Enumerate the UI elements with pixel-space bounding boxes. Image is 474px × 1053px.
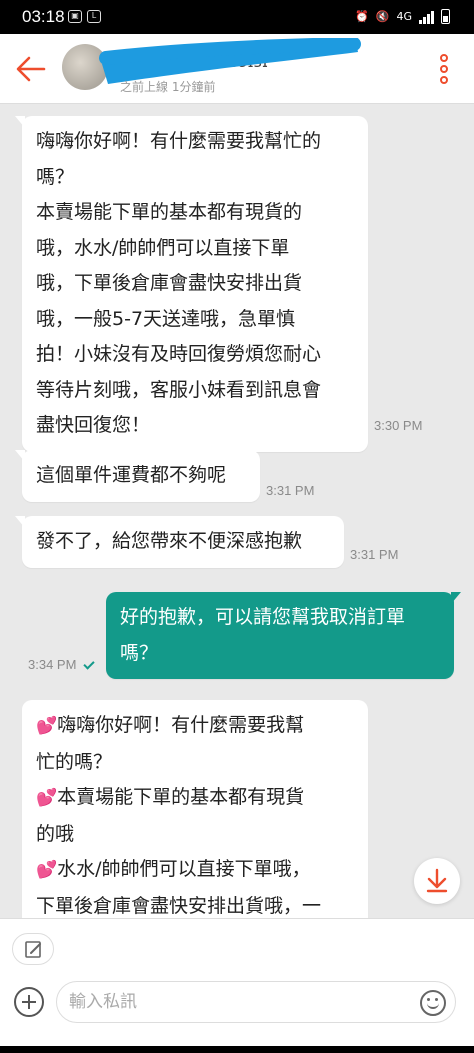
status-time: 03:18 [22, 7, 65, 26]
message-text: 發不了，給您帶來不便深感抱歉 [36, 530, 303, 552]
edit-icon [25, 941, 41, 958]
composer-bar [0, 918, 474, 1053]
message-time: 3:30 PM [374, 418, 423, 433]
message-text: 嗨嗨你好啊！有什麼需要我幫忙的 嗎？ 本賣場能下單的基本都有現貨的 哦，水水/帥… [36, 130, 322, 436]
status-bar: 03:18 ▣ L ⏰ 🔇 4G [0, 0, 474, 34]
message-time: 3:31 PM [266, 483, 315, 498]
network-icon: 4G [396, 10, 412, 23]
message-line: 💕水水/帥帥們可以直接下單哦， [36, 858, 311, 880]
battery-icon [441, 9, 450, 24]
chat-header: ɔɔɪɜɪ 之前上線 1分鐘前 [0, 34, 474, 104]
message-input-field[interactable] [56, 981, 456, 1023]
message-line: 的哦 [36, 822, 75, 845]
signal-icon [419, 10, 434, 24]
scroll-to-bottom-button[interactable] [414, 858, 460, 904]
message-time: 3:31 PM [350, 547, 399, 562]
plus-icon[interactable] [14, 987, 44, 1017]
online-status: 之前上線 1分鐘前 [120, 80, 216, 94]
message-line: 💕本賣場能下單的基本都有現貨 [36, 786, 305, 808]
message-line: 忙的嗎？ [36, 750, 113, 773]
edit-button[interactable] [12, 933, 54, 965]
alarm-icon: ⏰ [355, 10, 369, 23]
message-bubble-incoming[interactable]: 發不了，給您帶來不便深感抱歉 [15, 516, 344, 568]
line-app-icon: L [87, 10, 101, 23]
arrow-down-icon [426, 868, 448, 893]
arrow-left-icon[interactable] [14, 52, 48, 86]
heart-emoji-icon: 💕 [36, 860, 58, 880]
message-text: 好的抱歉，可以請您幫我取消訂單 嗎？ [120, 606, 406, 664]
image-icon: ▣ [68, 10, 82, 23]
mute-icon: 🔇 [375, 10, 390, 23]
message-bubble-incoming[interactable]: 嗨嗨你好啊！有什麼需要我幫忙的 嗎？ 本賣場能下單的基本都有現貨的 哦，水水/帥… [15, 116, 368, 452]
message-bubble-incoming[interactable]: 這個單件運費都不夠呢 [15, 450, 260, 502]
heart-emoji-icon: 💕 [36, 716, 58, 736]
more-vertical-icon[interactable] [434, 54, 454, 86]
heart-emoji-icon: 💕 [36, 788, 58, 808]
check-icon [83, 658, 96, 670]
message-bubble-incoming[interactable]: 💕嗨嗨你好啊！有什麼需要我幫 忙的嗎？ 💕本賣場能下單的基本都有現貨 的哦 💕水… [22, 700, 368, 930]
message-line: 💕嗨嗨你好啊！有什麼需要我幫 [36, 714, 305, 736]
emoji-icon[interactable] [420, 990, 446, 1016]
message-time: 3:34 PM [28, 657, 96, 672]
message-input[interactable] [69, 992, 399, 1012]
message-bubble-outgoing[interactable]: 好的抱歉，可以請您幫我取消訂單 嗎？ [106, 592, 461, 679]
message-text: 這個單件運費都不夠呢 [36, 464, 227, 486]
system-nav-bar [0, 1046, 474, 1053]
